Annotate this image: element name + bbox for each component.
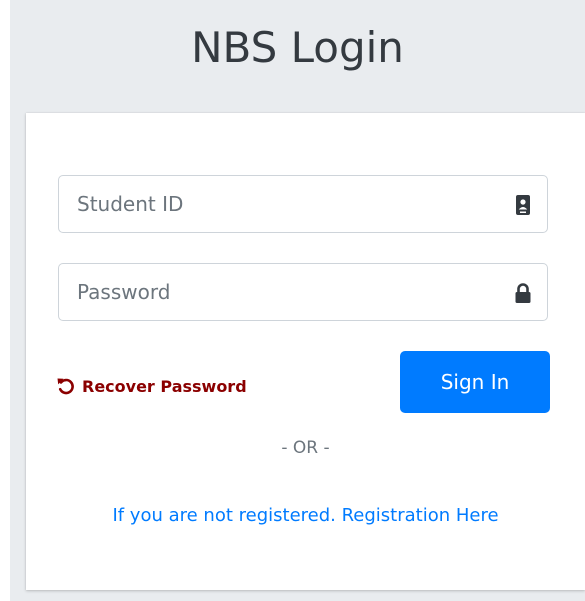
recover-password-link[interactable]: Recover Password: [56, 371, 247, 401]
undo-icon: [57, 378, 74, 395]
sign-in-button[interactable]: Sign In: [400, 351, 550, 413]
registration-link[interactable]: If you are not registered. Registration …: [26, 505, 585, 526]
or-separator: - OR -: [281, 438, 330, 458]
student-id-group: [58, 175, 548, 233]
id-badge-icon: [516, 195, 530, 215]
student-id-input[interactable]: [59, 176, 489, 232]
login-page: NBS Login Recover Password: [10, 0, 585, 601]
page-title: NBS Login: [191, 23, 404, 72]
lock-icon: [515, 283, 531, 303]
login-card: Recover Password Sign In - OR - If you a…: [26, 113, 585, 590]
password-group: [58, 263, 548, 321]
recover-password-label: Recover Password: [82, 376, 247, 396]
password-input[interactable]: [59, 264, 489, 320]
